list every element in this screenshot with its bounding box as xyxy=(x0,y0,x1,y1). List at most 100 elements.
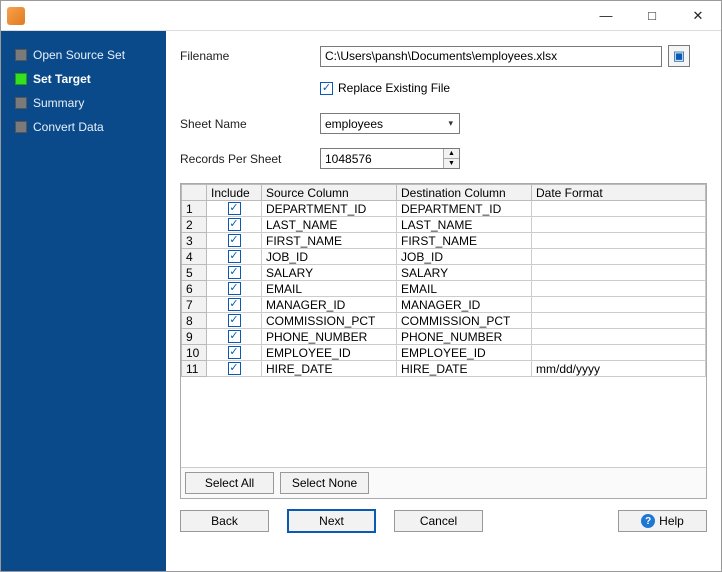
select-all-button[interactable]: Select All xyxy=(185,472,274,494)
source-column-cell[interactable]: EMAIL xyxy=(262,281,397,297)
include-cell[interactable]: ✓ xyxy=(207,329,262,345)
dest-column-cell[interactable]: EMPLOYEE_ID xyxy=(397,345,532,361)
help-button[interactable]: ? Help xyxy=(618,510,707,532)
date-format-cell[interactable] xyxy=(532,313,706,329)
date-format-cell[interactable] xyxy=(532,329,706,345)
include-cell[interactable]: ✓ xyxy=(207,345,262,361)
table-row[interactable]: 11✓HIRE_DATEHIRE_DATEmm/dd/yyyy xyxy=(182,361,706,377)
table-row[interactable]: 4✓JOB_IDJOB_ID xyxy=(182,249,706,265)
include-checkbox[interactable]: ✓ xyxy=(228,282,241,295)
dest-column-cell[interactable]: SALARY xyxy=(397,265,532,281)
records-label: Records Per Sheet xyxy=(180,152,320,166)
source-column-cell[interactable]: EMPLOYEE_ID xyxy=(262,345,397,361)
source-column-cell[interactable]: SALARY xyxy=(262,265,397,281)
include-checkbox[interactable]: ✓ xyxy=(228,250,241,263)
table-row[interactable]: 6✓EMAILEMAIL xyxy=(182,281,706,297)
source-column-cell[interactable]: FIRST_NAME xyxy=(262,233,397,249)
table-row[interactable]: 3✓FIRST_NAMEFIRST_NAME xyxy=(182,233,706,249)
back-button[interactable]: Back xyxy=(180,510,269,532)
include-checkbox[interactable]: ✓ xyxy=(228,330,241,343)
date-format-cell[interactable] xyxy=(532,201,706,217)
table-row[interactable]: 2✓LAST_NAMELAST_NAME xyxy=(182,217,706,233)
source-column-cell[interactable]: DEPARTMENT_ID xyxy=(262,201,397,217)
grid-header-source[interactable]: Source Column xyxy=(262,185,397,201)
include-cell[interactable]: ✓ xyxy=(207,249,262,265)
date-format-cell[interactable] xyxy=(532,249,706,265)
sheetname-label: Sheet Name xyxy=(180,117,320,131)
date-format-cell[interactable] xyxy=(532,345,706,361)
table-row[interactable]: 7✓MANAGER_IDMANAGER_ID xyxy=(182,297,706,313)
date-format-cell[interactable] xyxy=(532,265,706,281)
include-checkbox[interactable]: ✓ xyxy=(228,346,241,359)
include-checkbox[interactable]: ✓ xyxy=(228,266,241,279)
browse-button[interactable]: ▣ xyxy=(668,45,690,67)
sidebar-item-summary[interactable]: Summary xyxy=(1,91,166,115)
include-cell[interactable]: ✓ xyxy=(207,233,262,249)
include-checkbox[interactable]: ✓ xyxy=(228,202,241,215)
table-row[interactable]: 9✓PHONE_NUMBERPHONE_NUMBER xyxy=(182,329,706,345)
row-number: 5 xyxy=(182,265,207,281)
step-indicator-icon xyxy=(15,49,27,61)
dest-column-cell[interactable]: COMMISSION_PCT xyxy=(397,313,532,329)
table-row[interactable]: 10✓EMPLOYEE_IDEMPLOYEE_ID xyxy=(182,345,706,361)
include-checkbox[interactable]: ✓ xyxy=(228,298,241,311)
sheetname-select[interactable]: employees ▾ xyxy=(320,113,460,134)
maximize-button[interactable]: □ xyxy=(629,1,675,30)
grid-header-dest[interactable]: Destination Column xyxy=(397,185,532,201)
dest-column-cell[interactable]: FIRST_NAME xyxy=(397,233,532,249)
cancel-button[interactable]: Cancel xyxy=(394,510,483,532)
table-row[interactable]: 8✓COMMISSION_PCTCOMMISSION_PCT xyxy=(182,313,706,329)
date-format-cell[interactable] xyxy=(532,281,706,297)
include-checkbox[interactable]: ✓ xyxy=(228,218,241,231)
date-format-cell[interactable] xyxy=(532,233,706,249)
dest-column-cell[interactable]: EMAIL xyxy=(397,281,532,297)
dest-column-cell[interactable]: JOB_ID xyxy=(397,249,532,265)
grid-header-include[interactable]: Include xyxy=(207,185,262,201)
replace-existing-label: Replace Existing File xyxy=(338,81,450,95)
include-cell[interactable]: ✓ xyxy=(207,217,262,233)
next-button[interactable]: Next xyxy=(287,509,376,533)
dest-column-cell[interactable]: MANAGER_ID xyxy=(397,297,532,313)
select-none-button[interactable]: Select None xyxy=(280,472,369,494)
include-cell[interactable]: ✓ xyxy=(207,361,262,377)
grid-header-rownum[interactable] xyxy=(182,185,207,201)
source-column-cell[interactable]: COMMISSION_PCT xyxy=(262,313,397,329)
content-area: Filename ▣ ✓ Replace Existing File Sheet… xyxy=(166,31,721,571)
include-checkbox[interactable]: ✓ xyxy=(228,314,241,327)
dest-column-cell[interactable]: PHONE_NUMBER xyxy=(397,329,532,345)
close-button[interactable]: ✕ xyxy=(675,1,721,30)
grid-header-dateformat[interactable]: Date Format xyxy=(532,185,706,201)
source-column-cell[interactable]: JOB_ID xyxy=(262,249,397,265)
sidebar-item-set-target[interactable]: Set Target xyxy=(1,67,166,91)
source-column-cell[interactable]: HIRE_DATE xyxy=(262,361,397,377)
sheetname-value: employees xyxy=(325,117,383,131)
date-format-cell[interactable] xyxy=(532,297,706,313)
table-row[interactable]: 1✓DEPARTMENT_IDDEPARTMENT_ID xyxy=(182,201,706,217)
sidebar-item-convert-data[interactable]: Convert Data xyxy=(1,115,166,139)
step-indicator-icon xyxy=(15,121,27,133)
records-per-sheet-spinner[interactable]: 1048576 ▲ ▼ xyxy=(320,148,460,169)
include-checkbox[interactable]: ✓ xyxy=(228,362,241,375)
spinner-down-button[interactable]: ▼ xyxy=(444,159,459,168)
minimize-button[interactable]: — xyxy=(583,1,629,30)
source-column-cell[interactable]: MANAGER_ID xyxy=(262,297,397,313)
dest-column-cell[interactable]: HIRE_DATE xyxy=(397,361,532,377)
table-row[interactable]: 5 ✓ SALARYSALARY xyxy=(182,265,706,281)
date-format-cell[interactable]: mm/dd/yyyy xyxy=(532,361,706,377)
include-cell[interactable]: ✓ xyxy=(207,297,262,313)
include-cell[interactable]: ✓ xyxy=(207,281,262,297)
spinner-up-button[interactable]: ▲ xyxy=(444,149,459,159)
replace-existing-checkbox[interactable]: ✓ xyxy=(320,82,333,95)
records-value[interactable]: 1048576 xyxy=(321,149,443,168)
dest-column-cell[interactable]: DEPARTMENT_ID xyxy=(397,201,532,217)
source-column-cell[interactable]: LAST_NAME xyxy=(262,217,397,233)
date-format-cell[interactable] xyxy=(532,217,706,233)
include-cell[interactable]: ✓ xyxy=(207,201,262,217)
filename-input[interactable] xyxy=(320,46,662,67)
sidebar-item-open-source-set[interactable]: Open Source Set xyxy=(1,43,166,67)
include-cell[interactable]: ✓ xyxy=(207,265,262,281)
include-checkbox[interactable]: ✓ xyxy=(228,234,241,247)
include-cell[interactable]: ✓ xyxy=(207,313,262,329)
source-column-cell[interactable]: PHONE_NUMBER xyxy=(262,329,397,345)
dest-column-cell[interactable]: LAST_NAME xyxy=(397,217,532,233)
